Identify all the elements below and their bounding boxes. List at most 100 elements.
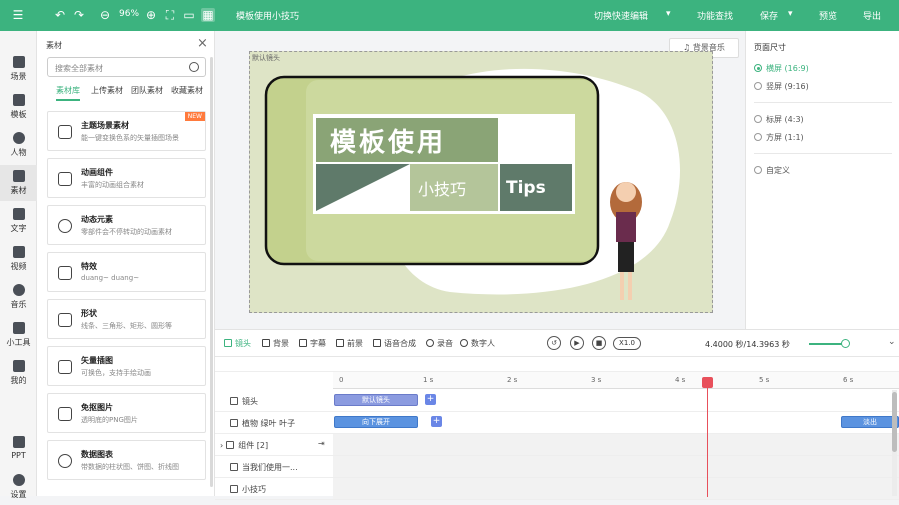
save-menu-icon[interactable]: ▾ (788, 9, 793, 19)
preview-button[interactable]: 预览 (819, 9, 837, 22)
radio-landscape[interactable] (754, 64, 762, 72)
text-icon (12, 208, 25, 220)
document-title[interactable]: 模板使用小技巧 (236, 9, 299, 22)
feature-search-button[interactable]: 功能查找 (697, 9, 733, 22)
chevron-down-icon[interactable]: ▾ (666, 9, 671, 19)
option-square[interactable]: 方屏 (1:1) (766, 132, 804, 143)
redo-icon[interactable]: ↷ (72, 8, 86, 22)
slide-illustration (264, 68, 680, 300)
timeline-tools (215, 357, 899, 372)
clip-default-camera[interactable]: 默认镜头 (334, 394, 418, 406)
plant-icon (230, 419, 238, 427)
nav-item-music[interactable]: 音乐 (0, 279, 37, 315)
close-icon[interactable]: × (197, 36, 208, 51)
tab-upload[interactable]: 上传素材 (91, 85, 123, 96)
rewind-icon[interactable]: ↺ (547, 336, 561, 350)
radio-square[interactable] (754, 133, 762, 141)
chevron-right-icon[interactable]: › (220, 441, 223, 450)
card-theme-scene[interactable]: 主题场景素材 能一键变换色系的矢量插图场景 NEW (47, 111, 206, 151)
card-data-charts[interactable]: 数据图表 带数据的柱状图、饼图、折线图 (47, 440, 206, 480)
radio-portrait[interactable] (754, 82, 762, 90)
playhead-handle[interactable] (702, 377, 713, 388)
search-icon[interactable] (189, 62, 199, 72)
nav-item-tools[interactable]: 小工具 (0, 317, 37, 353)
card-shapes[interactable]: 形状 线条、三角形、矩形、圆形等 (47, 299, 206, 339)
nav-item-mine[interactable]: 我的 (0, 355, 37, 391)
radio-standard[interactable] (754, 115, 762, 123)
timeline-panel: 镜头 背景 字幕 前景 语音合成 录音 数字人 ↺ ▶ ■ X1.0 4.400… (215, 329, 899, 500)
stop-icon[interactable]: ■ (592, 336, 606, 350)
export-button[interactable]: 导出 (863, 9, 881, 22)
pie-chart-icon (58, 454, 72, 468)
nav-item-text[interactable]: 文字 (0, 203, 37, 239)
nav-item-scene[interactable]: 场景 (0, 51, 37, 87)
asset-tabs: 素材库 上传素材 团队素材 收藏素材 (47, 85, 209, 103)
slide-title: 模板使用 (330, 128, 447, 158)
collapse-icon[interactable]: ⌄ (888, 337, 896, 347)
panel-title: 素材 (46, 41, 62, 50)
option-portrait[interactable]: 竖屏 (9:16) (766, 81, 809, 92)
tab-tts[interactable]: 语音合成 (373, 338, 416, 349)
zoom-out-icon[interactable]: ⊖ (98, 8, 112, 22)
mic-icon (426, 339, 434, 347)
nav-item-template[interactable]: 模板 (0, 89, 37, 125)
add-clip-button[interactable]: + (431, 416, 442, 427)
new-badge: NEW (184, 112, 205, 121)
radio-custom[interactable] (754, 166, 762, 174)
option-custom[interactable]: 自定义 (766, 165, 790, 176)
tab-favorites[interactable]: 收藏素材 (171, 85, 203, 96)
subtitle-icon[interactable]: ▭ (182, 8, 196, 22)
fit-screen-icon[interactable]: ⛶ (163, 8, 177, 22)
gear-icon (12, 474, 25, 486)
speed-button[interactable]: X1.0 (613, 337, 641, 350)
left-nav: 场景 模板 人物 素材 文字 视频 音乐 小工具 我的 PPT 设置 (0, 31, 37, 499)
panel-scrollbar[interactable] (210, 57, 213, 487)
tab-library[interactable]: 素材库 (56, 85, 80, 101)
time-ruler[interactable]: 0 1 s 2 s 3 s 4 s 5 s 6 s (333, 372, 899, 389)
nav-item-settings[interactable]: 设置 (0, 469, 37, 505)
clip-fade-out[interactable]: 淡出 (841, 416, 899, 428)
playhead-line[interactable] (707, 378, 708, 497)
nav-item-character[interactable]: 人物 (0, 127, 37, 163)
timeline-scrollbar[interactable] (892, 390, 897, 496)
tab-background[interactable]: 背景 (262, 338, 289, 349)
quick-edit-button[interactable]: 切换快速编辑 (594, 9, 648, 22)
option-standard[interactable]: 标屏 (4:3) (766, 114, 804, 125)
tab-team[interactable]: 团队素材 (131, 85, 163, 96)
card-vector-illustration[interactable]: 矢量插图 可换色，支持手绘动画 (47, 346, 206, 386)
track-row[interactable]: 植物 绿叶 叶子 向下展开 + 淡出 (215, 412, 899, 434)
card-cutout-images[interactable]: 免抠图片 透明底的PNG图片 (47, 393, 206, 433)
track-row[interactable]: 当我们使用一... (215, 456, 899, 478)
toolbox-icon (12, 322, 25, 334)
search-input[interactable]: 搜索全部素材 (47, 57, 206, 77)
tab-camera[interactable]: 镜头 (224, 338, 251, 349)
tab-digital-human[interactable]: 数字人 (460, 338, 495, 349)
play-icon[interactable]: ▶ (570, 336, 584, 350)
clip-expand-down[interactable]: 向下展开 (334, 416, 418, 428)
track-row[interactable]: 小技巧 (215, 478, 899, 500)
calendar-icon[interactable]: ▦ (201, 8, 215, 22)
ungroup-icon[interactable]: ⇥ (318, 439, 325, 448)
undo-icon[interactable]: ↶ (53, 8, 67, 22)
dynamic-icon (58, 219, 72, 233)
track-row[interactable]: 镜头 默认镜头 + (215, 390, 899, 412)
component-icon (226, 441, 235, 449)
nav-item-ppt[interactable]: PPT (0, 431, 37, 467)
card-dynamic-element[interactable]: 动态元素 零部件会不停转动的动画素材 (47, 205, 206, 245)
option-landscape[interactable]: 横屏 (16:9) (766, 63, 809, 74)
card-animation-component[interactable]: 动画组件 丰富的动画组合素材 (47, 158, 206, 198)
slide-canvas[interactable]: 默认镜头 模板使用 小技巧 Tips (249, 51, 713, 313)
tab-subtitle[interactable]: 字幕 (299, 338, 326, 349)
save-button[interactable]: 保存 (760, 9, 778, 22)
canvas-area: ♫ 背景音乐 默认镜头 模板使用 小技巧 Tips (215, 31, 745, 329)
nav-item-video[interactable]: 视频 (0, 241, 37, 277)
tab-foreground[interactable]: 前景 (336, 338, 363, 349)
zoom-slider-knob[interactable] (841, 339, 850, 348)
track-row[interactable]: › 组件 [2] ⇥ (215, 434, 899, 456)
tab-record[interactable]: 录音 (426, 338, 453, 349)
menu-icon[interactable]: ☰ (11, 8, 25, 22)
nav-item-assets[interactable]: 素材 (0, 165, 37, 201)
card-effects[interactable]: 特效 duang~ duang~ (47, 252, 206, 292)
zoom-in-icon[interactable]: ⊕ (144, 8, 158, 22)
add-clip-button[interactable]: + (425, 394, 436, 405)
